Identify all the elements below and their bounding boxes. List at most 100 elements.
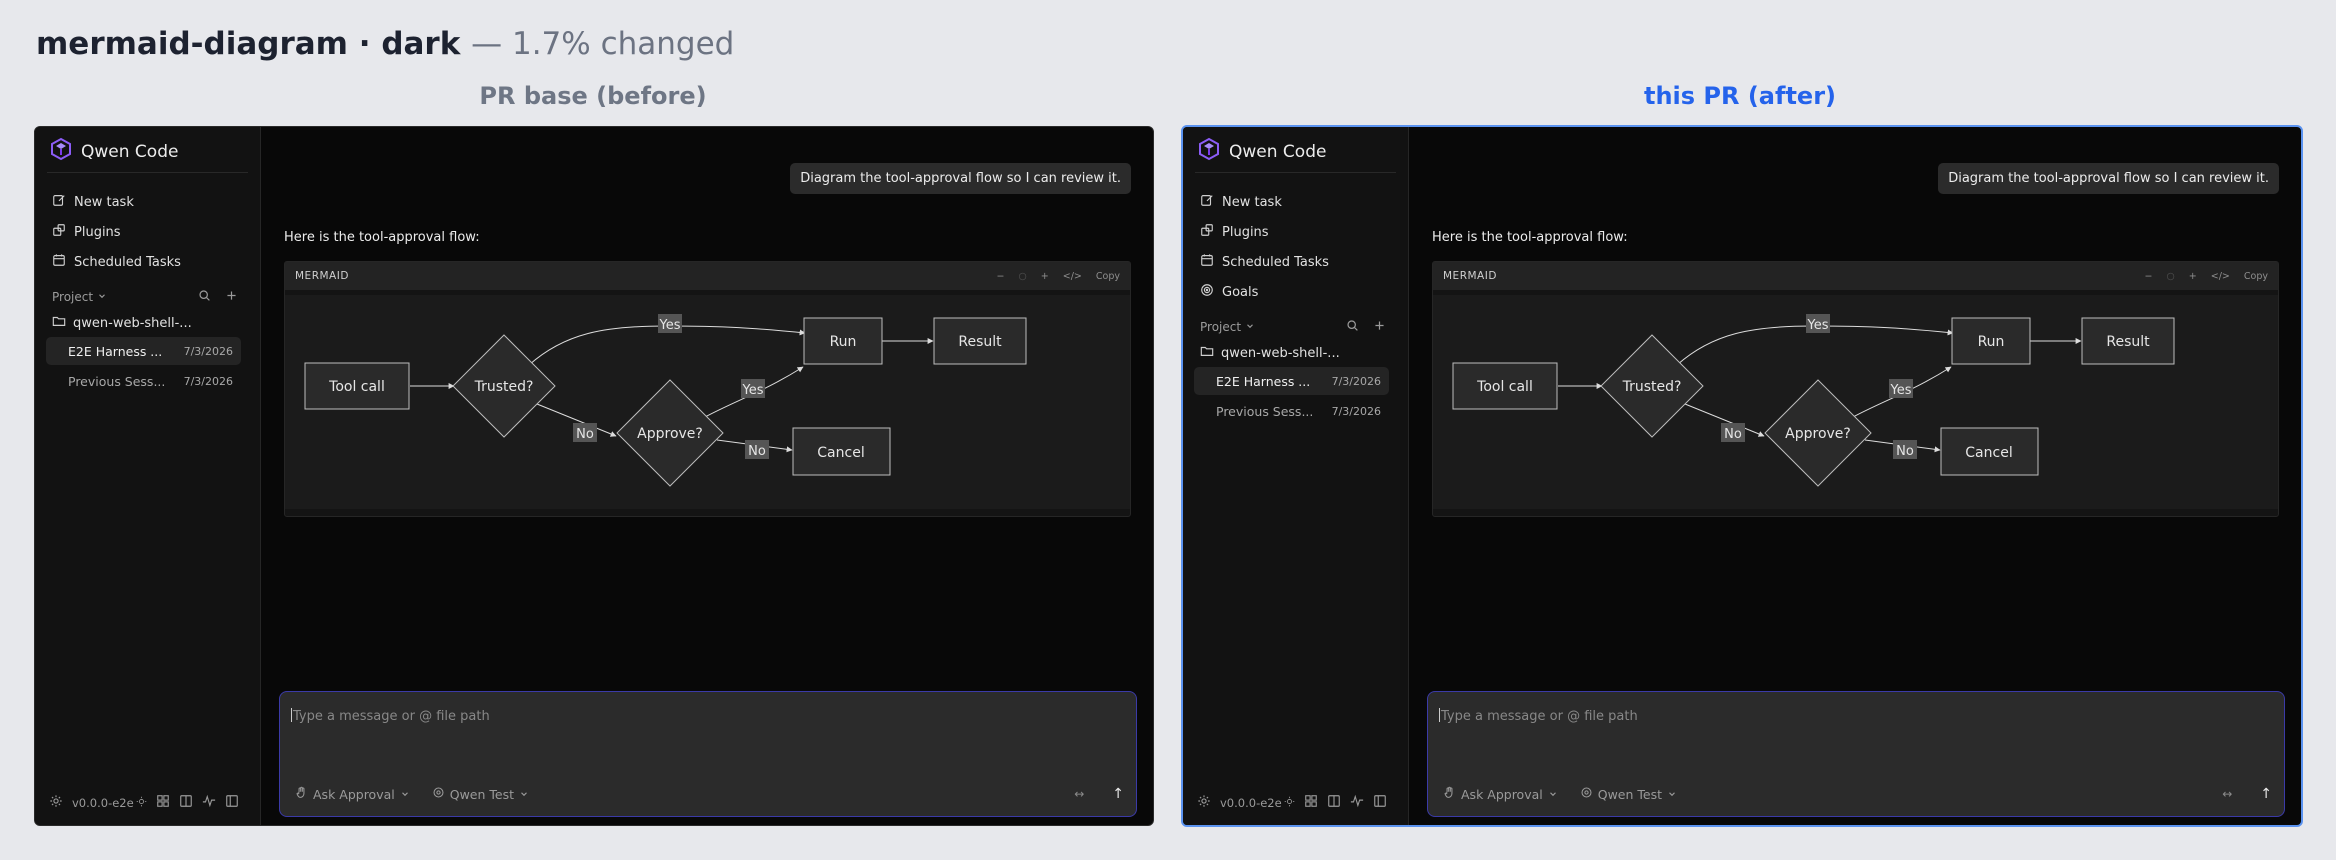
project-dropdown[interactable]: Project [1200, 320, 1255, 334]
search-icon[interactable] [198, 289, 211, 305]
project-folder[interactable]: qwen-web-shell-... [1200, 344, 1340, 362]
copy-button[interactable]: Copy [2244, 271, 2268, 282]
nav-item-new-task[interactable]: New task [52, 187, 181, 217]
sun-icon [1284, 796, 1295, 810]
chevron-down-icon [400, 787, 410, 802]
send-button[interactable]: ↑ [1112, 786, 1124, 802]
send-button[interactable]: ↑ [2260, 786, 2272, 802]
approval-mode-dropdown[interactable]: Ask Approval [1443, 786, 1558, 802]
after-label: this PR (after) [1643, 82, 1836, 110]
message-input[interactable]: Type a message or @ file path [291, 708, 490, 724]
edge-label-yes: Yes [1890, 383, 1912, 398]
view-source-button[interactable]: </> [2211, 271, 2230, 282]
folder-icon [1200, 344, 1214, 362]
sidebar-nav: New task Plugins Scheduled Tasks [52, 187, 181, 277]
plus-icon[interactable] [1373, 319, 1386, 335]
model-icon [432, 786, 445, 802]
project-header: Project [1200, 319, 1386, 335]
hand-icon [1443, 786, 1456, 802]
zoom-in-button[interactable]: + [2189, 271, 2197, 282]
node-run-label: Run [830, 334, 857, 350]
flowchart: Tool call Trusted? Approve? Run Result Cancel… [1452, 314, 2175, 487]
plus-icon[interactable] [225, 289, 238, 305]
gear-icon[interactable] [49, 794, 63, 811]
session-item[interactable]: Previous Sess... 7/3/2026 [1194, 397, 1389, 425]
version-label: v0.0.0-e2e [1220, 796, 1295, 810]
panel-icon[interactable] [225, 794, 239, 811]
folder-icon [52, 314, 66, 332]
reset-zoom-button[interactable]: ○ [1019, 271, 1027, 282]
edge-label-no: No [576, 427, 594, 442]
edit-icon [52, 193, 66, 211]
hand-icon [295, 786, 308, 802]
zoom-out-button[interactable]: − [2145, 271, 2153, 282]
node-trusted-label: Trusted? [474, 379, 534, 395]
model-dropdown[interactable]: Qwen Test [1580, 786, 1677, 802]
edge-label-yes: Yes [1807, 318, 1829, 333]
nav-item-plugins[interactable]: Plugins [1200, 217, 1329, 247]
nav-item-scheduled-tasks[interactable]: Scheduled Tasks [52, 247, 181, 277]
session-item[interactable]: E2E Harness ... 7/3/2026 [46, 337, 241, 365]
nav-item-plugins[interactable]: Plugins [52, 217, 181, 247]
node-cancel-label: Cancel [817, 445, 864, 461]
composer[interactable]: Type a message or @ file path Ask Approva… [279, 691, 1137, 817]
split-icon[interactable] [179, 794, 193, 811]
sidebar-footer: v0.0.0-e2e [49, 794, 239, 811]
sidebar: Qwen Code New task Plugins Scheduled Tasks P… [35, 127, 261, 825]
session-item[interactable]: Previous Sess... 7/3/2026 [46, 367, 241, 395]
composer-toolbar: Ask Approval Qwen Test ↔ ↑ [295, 786, 1124, 802]
pulse-icon[interactable] [1350, 794, 1364, 811]
sun-icon [136, 796, 147, 810]
grid-icon[interactable] [156, 794, 170, 811]
composer[interactable]: Type a message or @ file path Ask Approva… [1427, 691, 2285, 817]
grid-icon[interactable] [1304, 794, 1318, 811]
gear-icon[interactable] [1197, 794, 1211, 811]
before-label: PR base (before) [479, 82, 707, 110]
project-dropdown[interactable]: Project [52, 290, 107, 304]
approval-mode-dropdown[interactable]: Ask Approval [295, 786, 410, 802]
reset-zoom-button[interactable]: ○ [2167, 271, 2175, 282]
node-run-label: Run [1978, 334, 2005, 350]
zoom-out-button[interactable]: − [997, 271, 1005, 282]
pulse-icon[interactable] [202, 794, 216, 811]
sidebar-nav: New task Plugins Scheduled Tasks Goals [1200, 187, 1329, 307]
nav-item-goals[interactable]: Goals [1200, 277, 1329, 307]
split-icon[interactable] [1327, 794, 1341, 811]
app-name: Qwen Code [1229, 141, 1327, 162]
target-icon [1200, 283, 1214, 301]
edit-icon [1200, 193, 1214, 211]
model-dropdown[interactable]: Qwen Test [432, 786, 529, 802]
message-input[interactable]: Type a message or @ file path [1439, 708, 1638, 724]
mermaid-block: MERMAID − ○ + </> Copy Tool call Trusted? Approv… [1432, 261, 2279, 517]
search-icon[interactable] [1346, 319, 1359, 335]
expand-icon[interactable]: ↔ [2222, 787, 2232, 801]
node-result-label: Result [2106, 334, 2150, 350]
chat-main: Diagram the tool-approval flow so I can … [1410, 127, 2301, 825]
zoom-in-button[interactable]: + [1041, 271, 1049, 282]
sidebar: Qwen Code New task Plugins Scheduled Tasks G… [1183, 127, 1409, 825]
logo-icon [49, 137, 73, 166]
node-cancel-label: Cancel [1965, 445, 2012, 461]
chat-main: Diagram the tool-approval flow so I can … [262, 127, 1153, 825]
nav-item-new-task[interactable]: New task [1200, 187, 1329, 217]
plugin-icon [1200, 223, 1214, 241]
view-source-button[interactable]: </> [1063, 271, 1082, 282]
project-folder[interactable]: qwen-web-shell-... [52, 314, 192, 332]
session-item[interactable]: E2E Harness ... 7/3/2026 [1194, 367, 1389, 395]
expand-icon[interactable]: ↔ [1074, 787, 1084, 801]
copy-button[interactable]: Copy [1096, 271, 1120, 282]
project-header: Project [52, 289, 238, 305]
edge-label-no: No [748, 444, 766, 459]
mermaid-header: MERMAID − ○ + </> Copy [1433, 262, 2278, 290]
mermaid-label: MERMAID [295, 270, 349, 282]
panel-icon[interactable] [1373, 794, 1387, 811]
nav-item-scheduled-tasks[interactable]: Scheduled Tasks [1200, 247, 1329, 277]
mermaid-canvas: Tool call Trusted? Approve? Run Result Cancel… [1433, 295, 2278, 509]
edge-label-yes: Yes [742, 383, 764, 398]
node-approve-label: Approve? [637, 426, 703, 442]
app-name: Qwen Code [81, 141, 179, 162]
node-tool-call-label: Tool call [328, 379, 385, 395]
edge-label-no: No [1724, 427, 1742, 442]
chevron-down-icon [1667, 787, 1677, 802]
mermaid-label: MERMAID [1443, 270, 1497, 282]
